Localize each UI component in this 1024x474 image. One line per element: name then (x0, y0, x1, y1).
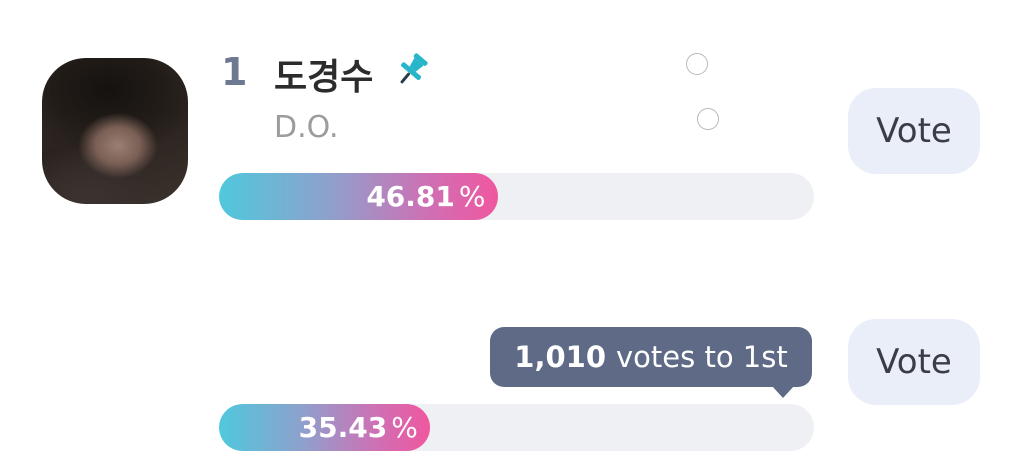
vote-share-bar: 35.43% (219, 404, 814, 451)
votes-to-first-tooltip: 1,010 votes to 1st (490, 327, 812, 387)
rank-number: 1 (221, 50, 248, 94)
vote-button[interactable]: Vote (848, 88, 980, 174)
vote-share-bar: 46.81% (219, 173, 814, 220)
candidate-row: 1 도경수 D.O. 46.81% Vote (0, 0, 1024, 240)
vote-button[interactable]: Vote (848, 319, 980, 405)
votes-count: 1,010 (514, 340, 606, 374)
candidate-row: 1,010 votes to 1st 35.43% Vote (0, 240, 1024, 474)
candidate-subname: D.O. (274, 110, 339, 145)
pin-icon (400, 53, 428, 84)
vote-share-label: 35.43% (298, 411, 418, 444)
votes-text: votes to 1st (616, 340, 788, 374)
tooltip-tail (772, 386, 794, 398)
vote-share-label: 46.81% (366, 180, 486, 213)
vote-share-fill: 46.81% (219, 173, 498, 220)
vote-share-fill: 35.43% (219, 404, 430, 451)
decor-dot (697, 108, 719, 130)
avatar (42, 58, 188, 204)
decor-dot (686, 53, 708, 75)
candidate-name: 도경수 (274, 57, 374, 98)
